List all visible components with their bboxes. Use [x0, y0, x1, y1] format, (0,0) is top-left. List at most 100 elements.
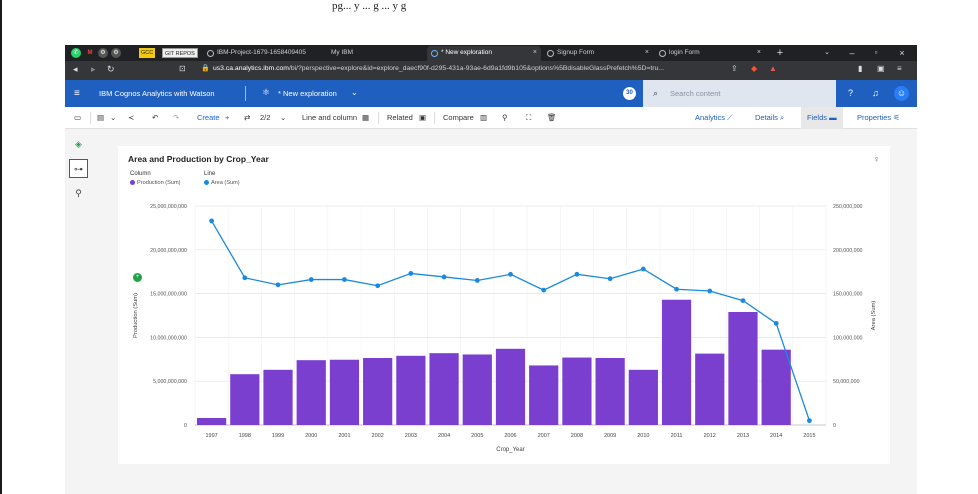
menu-icon[interactable]: ≡ [897, 64, 902, 73]
window-close-icon[interactable]: × [891, 45, 913, 61]
share-icon[interactable]: ≺ [128, 113, 134, 122]
git-repos-bookmark[interactable]: GIT REPOS [162, 48, 198, 58]
brave-shield-icon[interactable]: ◆ [751, 64, 757, 73]
bar-production [529, 365, 559, 425]
add-axis-icon[interactable]: + [133, 273, 142, 282]
browser-tab-new-exploration[interactable]: * New exploration × [427, 46, 541, 61]
page-indicator: 2/2 [260, 113, 271, 122]
bar-production [329, 359, 360, 425]
gcc-bookmark[interactable]: GCC [139, 48, 156, 58]
plus-icon[interactable]: + [225, 113, 229, 122]
bar-production [495, 348, 526, 425]
brave-rewards-icon[interactable]: ▲ [769, 64, 777, 73]
toolbar-divider [434, 112, 435, 124]
related-button[interactable]: Related [387, 113, 413, 122]
data-sources-icon[interactable]: ◈ [69, 135, 88, 154]
tab-search-icon[interactable]: ⌄ [816, 45, 838, 61]
point-area [375, 283, 381, 289]
new-tab-icon[interactable]: + [769, 45, 791, 61]
back-icon[interactable]: ◂ [73, 64, 78, 75]
bar-production [595, 357, 625, 425]
y2-tick-label: 0 [833, 423, 836, 429]
create-button[interactable]: Create [197, 113, 220, 122]
extension-icon[interactable]: ⚙ [111, 48, 121, 58]
extension-icon[interactable]: ⚙ [98, 48, 108, 58]
maximize-icon[interactable]: ▫ [865, 45, 887, 61]
tab-fields[interactable]: Fields ▬ [801, 107, 843, 129]
y-tick-label: 20,000,000,000 [150, 248, 187, 254]
toolbar-divider [378, 112, 379, 124]
reload-icon[interactable]: ↻ [107, 64, 115, 75]
notification-count-badge[interactable]: 30 [623, 87, 636, 100]
navigation-path-icon[interactable]: ⊶ [69, 159, 88, 178]
forward-icon[interactable]: ▸ [91, 64, 96, 75]
tab-label: Details [755, 113, 778, 122]
tab-label: Fields [807, 113, 828, 122]
browser-tab-myibm[interactable]: My IBM [317, 46, 427, 61]
chevron-down-icon[interactable]: ⌄ [280, 113, 286, 122]
undo-icon[interactable]: ↶ [152, 113, 158, 122]
notifications-bell-icon[interactable]: ♫ [868, 86, 883, 101]
bar-production [562, 357, 592, 425]
url-field[interactable]: us3.ca.analytics.ibm.com/bi/?perspective… [213, 65, 664, 72]
tab-analytics[interactable]: Analytics ⟋ [689, 107, 738, 129]
card-navigator-icon[interactable]: ⇄ [244, 113, 250, 122]
x-tick-label: 2008 [571, 433, 583, 439]
point-area [308, 277, 314, 282]
close-tab-icon[interactable]: × [645, 46, 649, 60]
redo-icon[interactable]: ↷ [173, 113, 179, 122]
gmail-icon[interactable]: M [85, 48, 95, 58]
x-tick-label: 1998 [239, 433, 251, 439]
point-area [740, 298, 746, 304]
y-tick-label: 25,000,000,000 [150, 204, 187, 210]
wallet-icon[interactable]: ▣ [877, 64, 885, 73]
point-area [474, 278, 480, 283]
browser-tab-signup[interactable]: Signup Form × [543, 46, 653, 61]
comment-icon[interactable]: ▭ [74, 113, 81, 122]
point-area [574, 271, 580, 277]
bar-production [230, 374, 260, 425]
fullscreen-icon[interactable]: ⛶ [526, 113, 531, 123]
hamburger-menu-icon[interactable]: ≡ [74, 88, 80, 99]
exploration-icon: ⚛ [262, 87, 271, 97]
bookmark-page-icon[interactable]: ⊡ [179, 64, 186, 73]
compare-button[interactable]: Compare [443, 113, 474, 122]
pin-icon[interactable]: ⚲ [502, 113, 508, 122]
chevron-down-icon[interactable]: ⌄ [110, 113, 116, 122]
user-avatar-icon[interactable]: ☺ [894, 86, 909, 101]
bar-production [296, 360, 326, 425]
bar-production [761, 349, 791, 425]
browser-tab-github[interactable]: IBM-Project-1679-1658409405 [203, 46, 315, 61]
x-tick-label: 2005 [471, 433, 483, 439]
tab-label: Analytics [695, 113, 726, 122]
exploration-selector[interactable]: * New exploration [278, 89, 337, 98]
search-box[interactable]: ⌕ Search content [643, 80, 836, 107]
pin-icon[interactable]: ⚲ [69, 184, 88, 203]
y2-tick-label: 100,000,000 [833, 335, 863, 341]
toolbar-divider [90, 112, 91, 124]
chevron-down-icon[interactable]: ⌄ [351, 88, 358, 97]
x-tick-label: 2009 [604, 433, 616, 439]
share-icon[interactable]: ⇪ [731, 64, 738, 73]
browser-tab-bar: ✆ M ⚙ ⚙ GCC GIT REPOS IBM-Project-1679-1… [65, 45, 917, 61]
whatsapp-icon[interactable]: ✆ [71, 48, 81, 58]
chart-type-selector[interactable]: Line and column [302, 113, 357, 122]
close-tab-icon[interactable]: × [757, 46, 761, 60]
bar-production [396, 355, 426, 425]
browser-tab-login[interactable]: login Form × [655, 46, 765, 61]
address-bar: ◂ ▸ ↻ ⊡ 🔒 us3.ca.analytics.ibm.com/bi/?p… [65, 61, 917, 80]
x-tick-label: 2013 [737, 433, 749, 439]
delete-icon[interactable]: 🗑 [547, 113, 557, 122]
help-icon[interactable]: ? [843, 86, 858, 101]
search-input[interactable]: Search content [670, 89, 720, 98]
x-tick-label: 1997 [205, 433, 217, 439]
tab-details[interactable]: Details ⌕ [749, 107, 790, 129]
combo-chart[interactable]: 0 5,000,000,000 10,000,000,000 15,000,000,0… [118, 146, 890, 464]
tab-properties[interactable]: Properties ⚟ [851, 107, 906, 129]
sidebar-toggle-icon[interactable]: ▮ [858, 64, 862, 73]
visualization-card[interactable]: Area and Production by Crop_Year ♀ Colum… [118, 146, 890, 464]
close-tab-icon[interactable]: × [533, 46, 537, 60]
save-icon[interactable]: ▤ [97, 113, 104, 122]
minimize-icon[interactable]: – [841, 45, 863, 61]
x-tick-label: 2015 [803, 433, 815, 439]
